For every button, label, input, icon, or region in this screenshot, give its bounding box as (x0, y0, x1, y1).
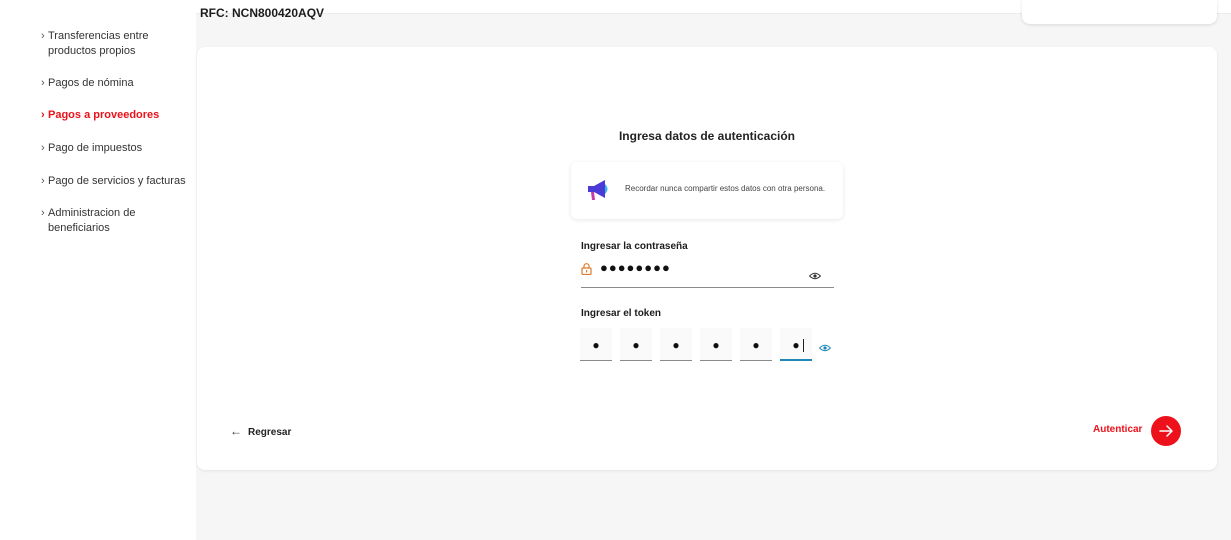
arrow-right-icon (1159, 425, 1173, 437)
token-digit-3[interactable]: ● (660, 328, 692, 361)
token-digit-4[interactable]: ● (700, 328, 732, 361)
chevron-right-icon: › (41, 207, 45, 219)
sidebar-item-transferencias[interactable]: › Transferencias entre productos propios (41, 29, 196, 59)
auth-card: Ingresa datos de autenticación Recordar … (197, 47, 1217, 470)
token-digit-5[interactable]: ● (740, 328, 772, 361)
sidebar-item-label: Pagos de nómina (48, 77, 134, 89)
password-input[interactable]: ●●●●●●●● (600, 260, 671, 275)
back-label: Regresar (248, 427, 292, 438)
token-input-group: ● ● ● ● ● ● (580, 328, 840, 361)
lock-icon (581, 262, 592, 280)
sidebar-item-label: Administracion de (48, 207, 136, 219)
chevron-right-icon: › (41, 175, 45, 187)
sidebar-item-label: Pago de servicios y facturas (48, 175, 186, 187)
sidebar-item-label: Pagos a proveedores (48, 109, 160, 121)
sidebar-item-pago-servicios[interactable]: › Pago de servicios y facturas (41, 174, 196, 189)
password-label: Ingresar la contraseña (581, 241, 688, 252)
notice-text: Recordar nunca compartir estos datos con… (625, 184, 826, 193)
back-button[interactable]: ← Regresar (230, 424, 291, 438)
chevron-right-icon: › (41, 77, 45, 89)
auth-title: Ingresa datos de autenticación (618, 129, 796, 143)
chevron-right-icon: › (41, 142, 45, 154)
eye-icon[interactable] (808, 267, 822, 285)
megaphone-icon (585, 178, 611, 207)
top-card (1022, 0, 1217, 24)
sidebar-item-administracion-beneficiarios[interactable]: › Administracion de beneficiarios (41, 206, 196, 236)
sidebar-item-pagos-proveedores[interactable]: › Pagos a proveedores (41, 108, 196, 123)
rfc-label: RFC: NCN800420AQV (200, 6, 325, 20)
eye-icon[interactable] (818, 339, 832, 357)
sidebar-item-pagos-nomina[interactable]: › Pagos de nómina (41, 76, 196, 91)
authenticate-link[interactable]: Autenticar (1093, 424, 1142, 435)
security-notice: Recordar nunca compartir estos datos con… (571, 162, 843, 219)
sidebar-item-label: Transferencias entre (48, 30, 149, 42)
arrow-left-icon: ← (230, 424, 242, 438)
password-field[interactable]: ●●●●●●●● (581, 259, 834, 288)
token-label: Ingresar el token (581, 308, 662, 319)
token-digit-6[interactable]: ● (780, 328, 812, 361)
sidebar: › Transferencias entre productos propios … (0, 0, 196, 540)
authenticate-button[interactable] (1151, 416, 1181, 446)
sidebar-item-pago-impuestos[interactable]: › Pago de impuestos (41, 141, 196, 156)
sidebar-item-label: Pago de impuestos (48, 142, 143, 154)
chevron-right-icon: › (41, 109, 45, 121)
token-digit-2[interactable]: ● (620, 328, 652, 361)
chevron-right-icon: › (41, 30, 45, 42)
sidebar-item-label: productos propios (48, 45, 136, 57)
token-digit-1[interactable]: ● (580, 328, 612, 361)
sidebar-item-label: beneficiarios (48, 222, 110, 234)
